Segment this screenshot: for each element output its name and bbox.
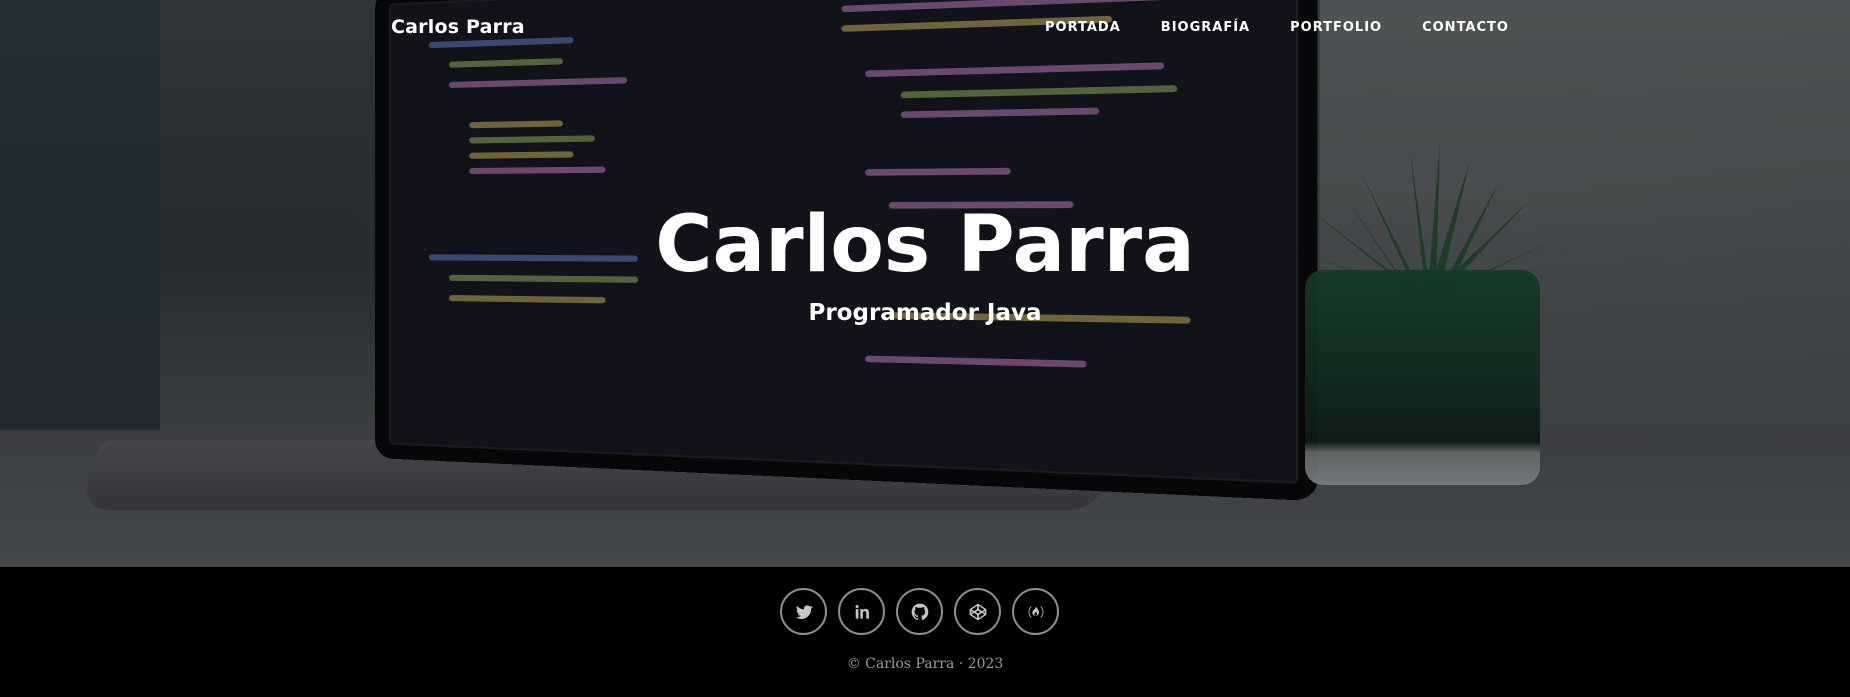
codepen-icon (969, 603, 986, 620)
brand-link[interactable]: Carlos Parra (391, 16, 525, 38)
top-navbar: Carlos Parra PORTADA BIOGRAFÍA PORTFOLIO… (0, 0, 1850, 56)
twitter-icon (795, 604, 813, 619)
github-icon (911, 603, 928, 620)
nav-link-biografia[interactable]: BIOGRAFÍA (1161, 20, 1250, 35)
nav-link-portfolio[interactable]: PORTFOLIO (1290, 20, 1382, 35)
nav-link-contacto[interactable]: CONTACTO (1422, 20, 1509, 35)
twitter-button[interactable] (780, 588, 827, 635)
hero-section: Carlos Parra PORTADA BIOGRAFÍA PORTFOLIO… (0, 0, 1850, 567)
hero-text: Carlos Parra Programador Java (0, 200, 1850, 328)
nav-link-portada[interactable]: PORTADA (1045, 20, 1121, 35)
nav-links: PORTADA BIOGRAFÍA PORTFOLIO CONTACTO (1045, 20, 1509, 35)
social-links (780, 588, 1059, 635)
freecodecamp-button[interactable] (1012, 588, 1059, 635)
hero-title: Carlos Parra (655, 200, 1195, 290)
hero-subtitle: Programador Java (808, 300, 1042, 326)
freecodecamp-icon (1028, 605, 1043, 618)
linkedin-button[interactable] (838, 588, 885, 635)
footer: © Carlos Parra · 2023 (0, 567, 1850, 697)
linkedin-icon (855, 604, 869, 619)
codepen-button[interactable] (954, 588, 1001, 635)
github-button[interactable] (896, 588, 943, 635)
copyright-text: © Carlos Parra · 2023 (846, 656, 1004, 672)
